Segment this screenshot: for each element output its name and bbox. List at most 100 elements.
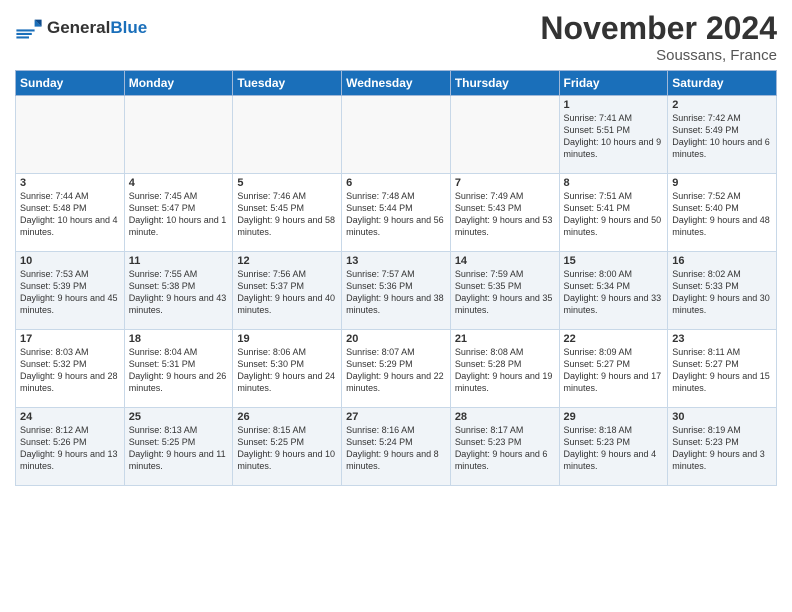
day-number: 11 xyxy=(129,255,229,267)
day-number: 3 xyxy=(20,177,120,189)
day-info: Sunrise: 8:00 AM Sunset: 5:34 PM Dayligh… xyxy=(564,268,664,317)
day-number: 22 xyxy=(564,333,664,345)
week-row-0: 1Sunrise: 7:41 AM Sunset: 5:51 PM Daylig… xyxy=(16,96,777,174)
cell-3-0: 17Sunrise: 8:03 AM Sunset: 5:32 PM Dayli… xyxy=(16,330,125,408)
day-info: Sunrise: 8:12 AM Sunset: 5:26 PM Dayligh… xyxy=(20,424,120,473)
day-info: Sunrise: 7:51 AM Sunset: 5:41 PM Dayligh… xyxy=(564,190,664,239)
cell-1-0: 3Sunrise: 7:44 AM Sunset: 5:48 PM Daylig… xyxy=(16,174,125,252)
cell-1-3: 6Sunrise: 7:48 AM Sunset: 5:44 PM Daylig… xyxy=(342,174,451,252)
day-number: 23 xyxy=(672,333,772,345)
day-info: Sunrise: 8:06 AM Sunset: 5:30 PM Dayligh… xyxy=(237,346,337,395)
day-info: Sunrise: 8:17 AM Sunset: 5:23 PM Dayligh… xyxy=(455,424,555,473)
cell-2-4: 14Sunrise: 7:59 AM Sunset: 5:35 PM Dayli… xyxy=(450,252,559,330)
day-info: Sunrise: 8:16 AM Sunset: 5:24 PM Dayligh… xyxy=(346,424,446,473)
calendar-table: Sunday Monday Tuesday Wednesday Thursday… xyxy=(15,70,777,486)
day-info: Sunrise: 8:07 AM Sunset: 5:29 PM Dayligh… xyxy=(346,346,446,395)
day-info: Sunrise: 8:15 AM Sunset: 5:25 PM Dayligh… xyxy=(237,424,337,473)
day-number: 24 xyxy=(20,411,120,423)
cell-3-5: 22Sunrise: 8:09 AM Sunset: 5:27 PM Dayli… xyxy=(559,330,668,408)
cell-2-5: 15Sunrise: 8:00 AM Sunset: 5:34 PM Dayli… xyxy=(559,252,668,330)
cell-0-5: 1Sunrise: 7:41 AM Sunset: 5:51 PM Daylig… xyxy=(559,96,668,174)
cell-2-3: 13Sunrise: 7:57 AM Sunset: 5:36 PM Dayli… xyxy=(342,252,451,330)
week-row-2: 10Sunrise: 7:53 AM Sunset: 5:39 PM Dayli… xyxy=(16,252,777,330)
day-number: 28 xyxy=(455,411,555,423)
day-info: Sunrise: 8:02 AM Sunset: 5:33 PM Dayligh… xyxy=(672,268,772,317)
day-number: 21 xyxy=(455,333,555,345)
cell-4-1: 25Sunrise: 8:13 AM Sunset: 5:25 PM Dayli… xyxy=(124,408,233,486)
day-info: Sunrise: 7:52 AM Sunset: 5:40 PM Dayligh… xyxy=(672,190,772,239)
cell-3-4: 21Sunrise: 8:08 AM Sunset: 5:28 PM Dayli… xyxy=(450,330,559,408)
day-info: Sunrise: 7:46 AM Sunset: 5:45 PM Dayligh… xyxy=(237,190,337,239)
day-number: 1 xyxy=(564,99,664,111)
day-info: Sunrise: 8:03 AM Sunset: 5:32 PM Dayligh… xyxy=(20,346,120,395)
cell-3-3: 20Sunrise: 8:07 AM Sunset: 5:29 PM Dayli… xyxy=(342,330,451,408)
week-row-3: 17Sunrise: 8:03 AM Sunset: 5:32 PM Dayli… xyxy=(16,330,777,408)
day-info: Sunrise: 7:48 AM Sunset: 5:44 PM Dayligh… xyxy=(346,190,446,239)
day-info: Sunrise: 8:19 AM Sunset: 5:23 PM Dayligh… xyxy=(672,424,772,473)
logo: GeneralBlue xyxy=(15,14,147,42)
day-number: 29 xyxy=(564,411,664,423)
day-info: Sunrise: 7:42 AM Sunset: 5:49 PM Dayligh… xyxy=(672,112,772,161)
day-number: 2 xyxy=(672,99,772,111)
cell-4-0: 24Sunrise: 8:12 AM Sunset: 5:26 PM Dayli… xyxy=(16,408,125,486)
cell-0-2 xyxy=(233,96,342,174)
day-info: Sunrise: 8:09 AM Sunset: 5:27 PM Dayligh… xyxy=(564,346,664,395)
day-number: 17 xyxy=(20,333,120,345)
cell-0-0 xyxy=(16,96,125,174)
day-info: Sunrise: 8:04 AM Sunset: 5:31 PM Dayligh… xyxy=(129,346,229,395)
cell-2-2: 12Sunrise: 7:56 AM Sunset: 5:37 PM Dayli… xyxy=(233,252,342,330)
cell-3-1: 18Sunrise: 8:04 AM Sunset: 5:31 PM Dayli… xyxy=(124,330,233,408)
location: Soussans, France xyxy=(540,47,777,64)
cell-0-4 xyxy=(450,96,559,174)
day-number: 18 xyxy=(129,333,229,345)
cell-4-3: 27Sunrise: 8:16 AM Sunset: 5:24 PM Dayli… xyxy=(342,408,451,486)
week-row-1: 3Sunrise: 7:44 AM Sunset: 5:48 PM Daylig… xyxy=(16,174,777,252)
day-number: 19 xyxy=(237,333,337,345)
col-monday: Monday xyxy=(124,71,233,96)
day-number: 5 xyxy=(237,177,337,189)
day-info: Sunrise: 7:44 AM Sunset: 5:48 PM Dayligh… xyxy=(20,190,120,239)
day-number: 16 xyxy=(672,255,772,267)
header: GeneralBlue November 2024 Soussans, Fran… xyxy=(15,10,777,64)
cell-4-2: 26Sunrise: 8:15 AM Sunset: 5:25 PM Dayli… xyxy=(233,408,342,486)
col-saturday: Saturday xyxy=(668,71,777,96)
logo-text: GeneralBlue xyxy=(47,19,147,38)
col-sunday: Sunday xyxy=(16,71,125,96)
day-number: 9 xyxy=(672,177,772,189)
day-number: 10 xyxy=(20,255,120,267)
day-number: 30 xyxy=(672,411,772,423)
cell-0-6: 2Sunrise: 7:42 AM Sunset: 5:49 PM Daylig… xyxy=(668,96,777,174)
cell-2-1: 11Sunrise: 7:55 AM Sunset: 5:38 PM Dayli… xyxy=(124,252,233,330)
cell-1-4: 7Sunrise: 7:49 AM Sunset: 5:43 PM Daylig… xyxy=(450,174,559,252)
day-number: 14 xyxy=(455,255,555,267)
cell-1-5: 8Sunrise: 7:51 AM Sunset: 5:41 PM Daylig… xyxy=(559,174,668,252)
day-info: Sunrise: 8:18 AM Sunset: 5:23 PM Dayligh… xyxy=(564,424,664,473)
day-number: 27 xyxy=(346,411,446,423)
col-tuesday: Tuesday xyxy=(233,71,342,96)
month-title: November 2024 xyxy=(540,10,777,47)
cell-3-6: 23Sunrise: 8:11 AM Sunset: 5:27 PM Dayli… xyxy=(668,330,777,408)
page-container: GeneralBlue November 2024 Soussans, Fran… xyxy=(0,0,792,496)
day-number: 20 xyxy=(346,333,446,345)
week-row-4: 24Sunrise: 8:12 AM Sunset: 5:26 PM Dayli… xyxy=(16,408,777,486)
col-friday: Friday xyxy=(559,71,668,96)
cell-2-6: 16Sunrise: 8:02 AM Sunset: 5:33 PM Dayli… xyxy=(668,252,777,330)
logo-general: General xyxy=(47,18,110,37)
day-info: Sunrise: 7:55 AM Sunset: 5:38 PM Dayligh… xyxy=(129,268,229,317)
day-number: 13 xyxy=(346,255,446,267)
col-thursday: Thursday xyxy=(450,71,559,96)
day-number: 8 xyxy=(564,177,664,189)
cell-3-2: 19Sunrise: 8:06 AM Sunset: 5:30 PM Dayli… xyxy=(233,330,342,408)
title-block: November 2024 Soussans, France xyxy=(540,10,777,64)
day-info: Sunrise: 7:45 AM Sunset: 5:47 PM Dayligh… xyxy=(129,190,229,239)
cell-0-3 xyxy=(342,96,451,174)
day-info: Sunrise: 8:13 AM Sunset: 5:25 PM Dayligh… xyxy=(129,424,229,473)
logo-icon xyxy=(15,14,43,42)
day-number: 26 xyxy=(237,411,337,423)
cell-0-1 xyxy=(124,96,233,174)
day-number: 15 xyxy=(564,255,664,267)
cell-4-5: 29Sunrise: 8:18 AM Sunset: 5:23 PM Dayli… xyxy=(559,408,668,486)
day-info: Sunrise: 8:08 AM Sunset: 5:28 PM Dayligh… xyxy=(455,346,555,395)
day-info: Sunrise: 7:41 AM Sunset: 5:51 PM Dayligh… xyxy=(564,112,664,161)
day-info: Sunrise: 7:57 AM Sunset: 5:36 PM Dayligh… xyxy=(346,268,446,317)
